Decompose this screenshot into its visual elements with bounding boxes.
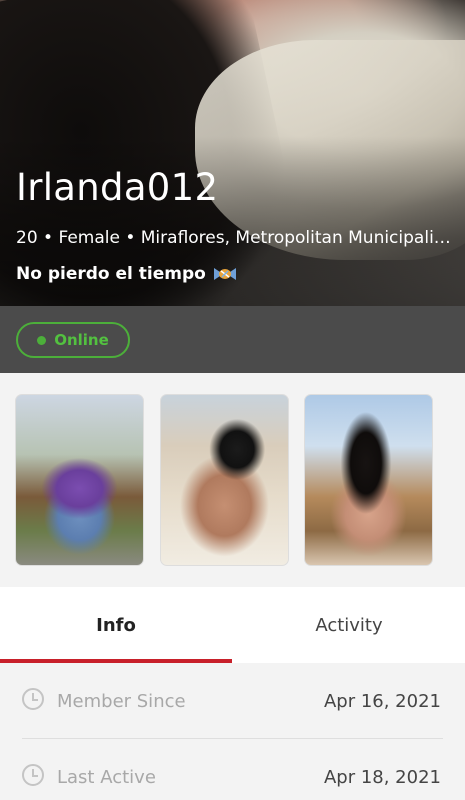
- clock-icon: [22, 688, 44, 710]
- online-dot-icon: [37, 335, 47, 345]
- profile-username: Irlanda012: [16, 166, 219, 209]
- profile-details: 20 • Female • Miraflores, Metropolitan M…: [16, 228, 451, 248]
- photo-gallery: [0, 373, 465, 587]
- candy-icon: [212, 264, 238, 284]
- online-status-badge: Online: [16, 322, 130, 358]
- info-panel: Member Since Apr 16, 2021 Last Active Ap…: [0, 663, 465, 800]
- info-label: Last Active: [57, 767, 156, 788]
- info-row-member-since: Member Since Apr 16, 2021: [0, 663, 465, 739]
- info-value: Apr 18, 2021: [323, 767, 441, 788]
- profile-hero-photo[interactable]: Irlanda012 20 • Female • Miraflores, Met…: [0, 0, 465, 306]
- presence-bar: Online: [0, 306, 465, 373]
- info-value: Apr 16, 2021: [323, 691, 441, 712]
- info-row-last-active: Last Active Apr 18, 2021: [0, 739, 465, 800]
- profile-status-message: No pierdo el tiempo: [16, 264, 238, 284]
- info-label: Member Since: [57, 691, 186, 712]
- tab-info[interactable]: Info: [0, 587, 232, 663]
- status-message-text: No pierdo el tiempo: [16, 264, 206, 284]
- online-status-label: Online: [54, 331, 109, 349]
- photo-thumbnail[interactable]: [160, 394, 289, 566]
- photo-thumbnail[interactable]: [304, 394, 433, 566]
- profile-tabs: Info Activity: [0, 587, 465, 663]
- photo-thumbnail[interactable]: [15, 394, 144, 566]
- tab-activity[interactable]: Activity: [233, 587, 465, 663]
- clock-icon: [22, 764, 44, 786]
